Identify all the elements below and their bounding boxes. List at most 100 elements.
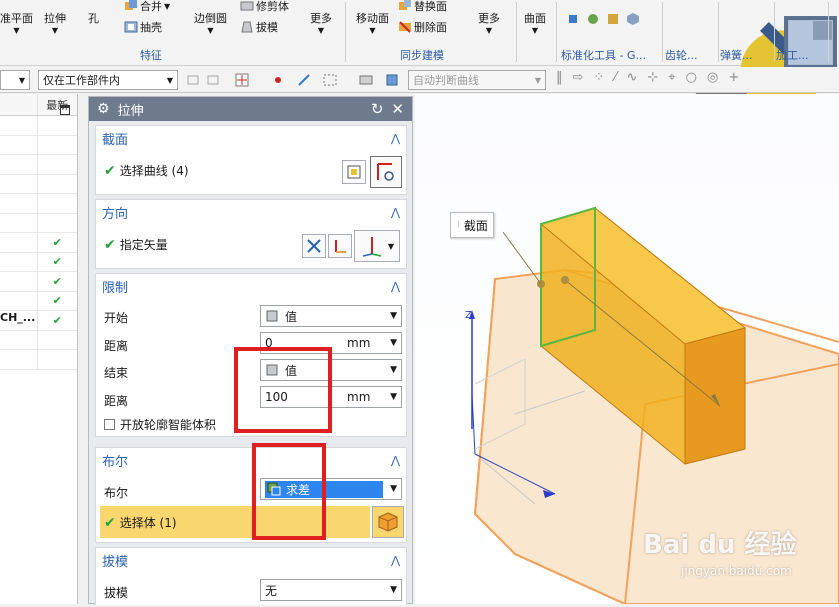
section-callout[interactable]: ⁞ 截面 bbox=[450, 212, 494, 238]
close-icon[interactable]: ✕ bbox=[391, 100, 404, 118]
sketch-icon bbox=[347, 165, 361, 179]
open-profile-checkbox[interactable] bbox=[104, 419, 115, 430]
center-icon[interactable]: ◎ bbox=[707, 70, 718, 85]
divider bbox=[516, 2, 517, 62]
collapse-icon[interactable]: ⋀ bbox=[391, 554, 400, 567]
boolean-header[interactable]: 布尔 ⋀ bbox=[96, 448, 406, 472]
maximize-icon[interactable] bbox=[60, 105, 70, 115]
collapse-icon[interactable]: ⋀ bbox=[391, 132, 400, 145]
move-face-button[interactable]: 移动面 ▼ bbox=[356, 10, 389, 35]
circle-icon[interactable]: ○ bbox=[686, 70, 697, 85]
divider bbox=[345, 2, 346, 62]
navigator-row[interactable]: CH_... ✔ bbox=[0, 311, 77, 331]
collapse-icon[interactable]: ⋀ bbox=[391, 454, 400, 467]
navigator-row[interactable]: ✔ bbox=[0, 252, 77, 272]
plus-icon[interactable]: + bbox=[728, 70, 739, 85]
extrude-button[interactable]: 拉伸 ▼ bbox=[44, 10, 66, 35]
direction-header[interactable]: 方向 ⋀ bbox=[96, 200, 406, 224]
datum-plane-button[interactable]: 准平面 ▼ bbox=[0, 10, 33, 35]
drag-handle[interactable] bbox=[561, 276, 569, 284]
grip-icon: ⁞ bbox=[457, 220, 460, 230]
delete-face-button[interactable]: 删除面 bbox=[398, 19, 447, 35]
gear-icon[interactable]: ⚙ bbox=[97, 101, 110, 117]
reset-icon[interactable]: ↻ bbox=[371, 100, 384, 118]
std-tools-icons bbox=[566, 12, 640, 26]
shell-button[interactable]: 抽壳 bbox=[124, 19, 162, 35]
edge-blend-button[interactable]: 边倒圆 ▼ bbox=[194, 10, 227, 35]
select-body-button[interactable] bbox=[372, 506, 404, 538]
spring-group-label: 弹簧... bbox=[720, 49, 753, 62]
reverse-direction-icon bbox=[307, 239, 321, 253]
point-constructor-icon[interactable] bbox=[270, 72, 286, 88]
select-curve-row[interactable]: ✔ 选择曲线 (4) bbox=[104, 162, 189, 179]
washer-icon[interactable] bbox=[586, 12, 600, 26]
specify-vector-row[interactable]: ✔ 指定矢量 bbox=[104, 236, 168, 253]
navigator-row[interactable] bbox=[0, 155, 77, 175]
graphics-window[interactable]: Z ⁞ 截面 Bai du 经验 jingyan.baidu.com bbox=[415, 94, 839, 605]
select-body-icon[interactable] bbox=[206, 72, 222, 88]
navigator-row[interactable] bbox=[0, 213, 77, 233]
sync-group-label: 同步建模 bbox=[400, 49, 444, 62]
draft-button[interactable]: 拔模 bbox=[240, 19, 278, 35]
section-header[interactable]: 截面 ⋀ bbox=[96, 126, 406, 150]
pin-icon[interactable] bbox=[606, 12, 620, 26]
navigator-row[interactable]: ✔ bbox=[0, 272, 77, 292]
body-select-icon[interactable] bbox=[384, 72, 400, 88]
limits-header[interactable]: 限制 ⋀ bbox=[96, 274, 406, 298]
open-profile-row[interactable]: 开放轮廓智能体积 bbox=[104, 416, 216, 433]
navigator-row[interactable] bbox=[0, 330, 77, 350]
reverse-direction-button[interactable] bbox=[302, 234, 326, 258]
collapse-icon[interactable]: ⋀ bbox=[391, 206, 400, 219]
arrow-right-icon[interactable]: ⇨ bbox=[573, 70, 584, 85]
start-option-value: 值 bbox=[285, 309, 298, 324]
curve-rule-select[interactable]: 自动判断曲线 ▼ bbox=[408, 70, 546, 90]
draft-label: 拔模 bbox=[256, 21, 278, 34]
draft-select[interactable]: 无 ▼ bbox=[260, 579, 402, 601]
bolt-icon[interactable] bbox=[566, 12, 580, 26]
draft-label: 拔模 bbox=[104, 586, 129, 600]
dots-icon[interactable]: ⁘ bbox=[593, 70, 604, 85]
std-tools-group-label: 标准化工具 - G... bbox=[561, 49, 646, 62]
surface-button[interactable]: 曲面 ▼ bbox=[524, 10, 546, 35]
end-distance-label: 距离 bbox=[104, 394, 129, 408]
curve-icon[interactable]: ∿ bbox=[626, 70, 637, 85]
trim-body-button[interactable]: 修剪体 bbox=[240, 0, 289, 14]
navigator-row[interactable]: ✔ bbox=[0, 291, 77, 311]
sketch-section-button[interactable] bbox=[342, 160, 366, 184]
draft-header[interactable]: 拔模 ⋀ bbox=[96, 548, 406, 572]
select-all-icon[interactable] bbox=[296, 72, 312, 88]
line-icon[interactable]: ⁄ bbox=[614, 70, 616, 85]
collapse-icon[interactable]: ⋀ bbox=[391, 280, 400, 293]
navigator-row[interactable]: ✔ bbox=[0, 233, 77, 253]
intersection-icon[interactable]: ⊹ bbox=[647, 70, 658, 85]
replace-face-button[interactable]: 替换面 bbox=[398, 0, 447, 14]
machining-tool-icon[interactable] bbox=[806, 14, 839, 47]
unite-button[interactable]: 合并 ▼ bbox=[124, 0, 170, 14]
navigator-row[interactable] bbox=[0, 174, 77, 194]
end-point-icon[interactable]: ⌖ bbox=[668, 70, 675, 85]
navigator-row[interactable] bbox=[0, 135, 77, 155]
rectangle-select-icon[interactable] bbox=[322, 72, 338, 88]
latest-check-icon: ✔ bbox=[52, 235, 62, 249]
parallel-icon[interactable]: ‖ bbox=[556, 70, 563, 85]
ribbon: 准平面 ▼ 拉伸 ▼ 孔 合并 ▼ 抽壳 边倒圆 ▼ 修剪体 拔模 更多 ▼ 特… bbox=[0, 0, 839, 122]
chevron-down-icon: ▼ bbox=[207, 26, 214, 35]
navigator-row[interactable] bbox=[0, 194, 77, 214]
vector-dialog-button[interactable] bbox=[328, 234, 352, 258]
more-sync-button[interactable]: 更多 ▼ bbox=[478, 10, 500, 35]
curve-select-button[interactable] bbox=[370, 156, 402, 188]
select-feature-icon[interactable] bbox=[186, 72, 202, 88]
divider bbox=[556, 2, 557, 62]
navigator-row[interactable] bbox=[0, 350, 77, 370]
more-feature-button[interactable]: 更多 ▼ bbox=[310, 10, 332, 35]
navigator-row[interactable] bbox=[0, 116, 77, 136]
face-select-icon[interactable] bbox=[358, 72, 374, 88]
scope-filter-select[interactable]: 仅在工作部件内 ▼ bbox=[38, 70, 178, 90]
nut-icon[interactable] bbox=[626, 12, 640, 26]
start-option-select[interactable]: 值 ▼ bbox=[260, 305, 402, 327]
vector-type-dropdown[interactable]: ▼ bbox=[354, 230, 400, 262]
type-filter-select[interactable]: ▼ bbox=[0, 70, 30, 90]
hole-button[interactable]: 孔 bbox=[88, 10, 99, 26]
snap-point-icon[interactable] bbox=[234, 72, 250, 88]
cube-icon bbox=[378, 512, 398, 532]
